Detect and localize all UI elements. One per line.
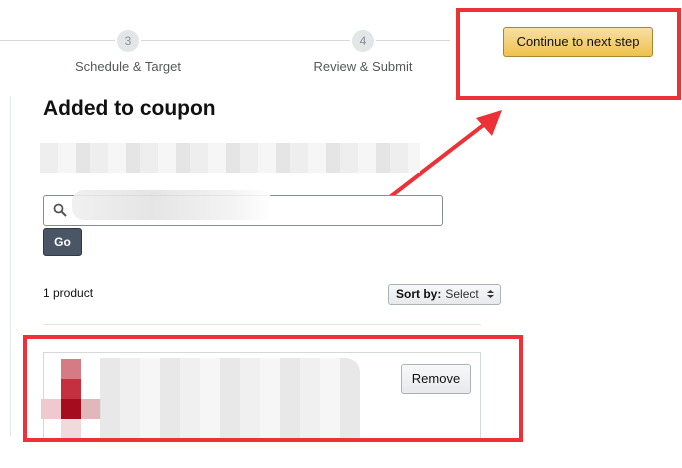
product-count: 1 product xyxy=(43,286,94,300)
step-label: Review & Submit xyxy=(313,59,413,74)
sort-dropdown[interactable]: Sort by: Select xyxy=(388,284,501,305)
page-title: Added to coupon xyxy=(43,97,216,120)
step-number: 4 xyxy=(350,28,376,54)
step-number: 3 xyxy=(115,28,141,54)
blurred-description xyxy=(40,143,420,173)
content-border xyxy=(10,96,11,436)
chevron-updown-icon xyxy=(487,290,494,298)
divider xyxy=(43,324,481,325)
annotation-box-continue xyxy=(456,8,681,100)
annotation-box-product xyxy=(23,335,523,442)
sort-label: Sort by: xyxy=(396,287,442,301)
search-icon xyxy=(53,203,67,217)
go-button[interactable]: Go xyxy=(43,228,82,256)
step-review-submit: 4 Review & Submit xyxy=(293,28,433,74)
blurred-search-text xyxy=(72,190,272,220)
coupon-page: 3 Schedule & Target 4 Review & Submit Co… xyxy=(0,0,682,468)
sort-value: Select xyxy=(445,287,479,301)
search-input[interactable] xyxy=(43,190,443,226)
step-schedule-target: 3 Schedule & Target xyxy=(58,28,198,74)
step-label: Schedule & Target xyxy=(75,59,181,74)
